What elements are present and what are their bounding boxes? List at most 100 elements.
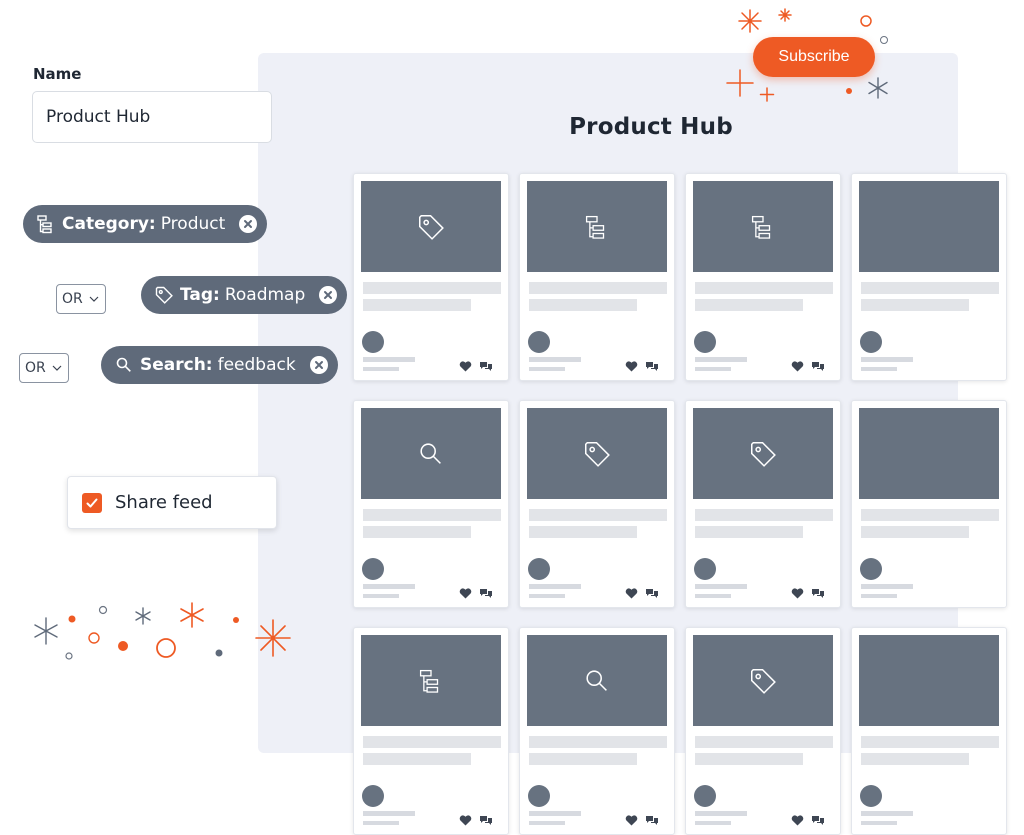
card-subtitle-placeholder — [695, 299, 803, 311]
card-author-placeholder — [695, 811, 747, 816]
card-subtitle-placeholder — [695, 526, 803, 538]
avatar — [860, 785, 882, 807]
search-icon — [417, 440, 445, 468]
card-author-placeholder — [529, 357, 581, 362]
card-subtitle-placeholder — [363, 526, 471, 538]
feed-card[interactable] — [519, 173, 675, 381]
card-thumbnail — [527, 635, 667, 726]
card-thumbnail — [361, 181, 501, 272]
card-thumbnail — [527, 408, 667, 499]
heart-icon[interactable] — [625, 357, 638, 376]
filter-chip-tag[interactable]: Tag: Roadmap — [141, 276, 347, 314]
tag-icon — [582, 439, 612, 469]
feed-card[interactable] — [685, 173, 841, 381]
comment-icon[interactable] — [645, 811, 659, 830]
remove-filter-icon[interactable] — [319, 286, 337, 304]
avatar — [694, 558, 716, 580]
comment-icon[interactable] — [811, 357, 825, 376]
filter-value: Roadmap — [225, 285, 305, 305]
comment-icon[interactable] — [479, 811, 493, 830]
card-date-placeholder — [861, 821, 897, 825]
name-label: Name — [33, 65, 81, 83]
feed-card[interactable] — [353, 627, 509, 835]
comment-icon[interactable] — [811, 811, 825, 830]
heart-icon[interactable] — [459, 357, 472, 376]
card-title-placeholder — [363, 282, 501, 294]
avatar — [528, 331, 550, 353]
remove-filter-icon[interactable] — [239, 215, 257, 233]
heart-icon[interactable] — [459, 811, 472, 830]
filter-chip-category[interactable]: Category: Product — [23, 205, 267, 243]
feed-card[interactable] — [851, 173, 1007, 381]
feed-card[interactable] — [685, 627, 841, 835]
card-date-placeholder — [695, 594, 731, 598]
heart-icon[interactable] — [791, 357, 804, 376]
heart-icon[interactable] — [791, 811, 804, 830]
avatar — [860, 558, 882, 580]
card-thumbnail — [693, 408, 833, 499]
feed-card[interactable] — [353, 400, 509, 608]
feed-card[interactable] — [851, 627, 1007, 835]
card-thumbnail — [361, 635, 501, 726]
heart-icon[interactable] — [791, 584, 804, 603]
avatar — [694, 785, 716, 807]
filter-key: Tag: — [180, 285, 220, 305]
card-thumbnail — [859, 408, 999, 499]
feed-card[interactable] — [519, 627, 675, 835]
operator-value: OR — [25, 360, 46, 376]
operator-select-2[interactable]: OR — [19, 353, 69, 383]
heart-icon[interactable] — [625, 811, 638, 830]
feed-card[interactable] — [851, 400, 1007, 608]
card-author-placeholder — [363, 357, 415, 362]
card-author-placeholder — [861, 811, 913, 816]
name-input[interactable]: Product Hub — [32, 91, 272, 143]
card-date-placeholder — [529, 594, 565, 598]
card-date-placeholder — [695, 821, 731, 825]
comment-icon[interactable] — [645, 357, 659, 376]
chevron-down-icon — [89, 296, 99, 302]
feed-card[interactable] — [685, 400, 841, 608]
filter-chip-search[interactable]: Search: feedback — [101, 346, 338, 384]
comment-icon[interactable] — [479, 584, 493, 603]
search-icon — [583, 667, 611, 695]
feed-card[interactable] — [519, 400, 675, 608]
share-feed-checkbox[interactable] — [82, 493, 102, 513]
card-title-placeholder — [695, 282, 833, 294]
avatar — [362, 785, 384, 807]
filter-key: Category: — [62, 214, 156, 234]
card-title-placeholder — [363, 736, 501, 748]
card-author-placeholder — [363, 811, 415, 816]
subscribe-button[interactable]: Subscribe — [753, 37, 875, 77]
card-author-placeholder — [529, 584, 581, 589]
comment-icon[interactable] — [645, 584, 659, 603]
card-title-placeholder — [695, 736, 833, 748]
card-thumbnail — [693, 181, 833, 272]
avatar — [528, 785, 550, 807]
card-date-placeholder — [363, 594, 399, 598]
hierarchy-icon — [418, 668, 444, 694]
avatar — [694, 331, 716, 353]
card-subtitle-placeholder — [529, 753, 637, 765]
avatar — [362, 558, 384, 580]
operator-select-1[interactable]: OR — [56, 284, 106, 314]
tag-icon — [748, 666, 778, 696]
card-title-placeholder — [363, 509, 501, 521]
filter-value: feedback — [218, 355, 296, 375]
avatar — [860, 331, 882, 353]
card-title-placeholder — [861, 282, 999, 294]
comment-icon[interactable] — [479, 357, 493, 376]
card-thumbnail — [527, 181, 667, 272]
comment-icon[interactable] — [811, 584, 825, 603]
heart-icon[interactable] — [625, 584, 638, 603]
card-author-placeholder — [861, 584, 913, 589]
feed-card[interactable] — [353, 173, 509, 381]
card-date-placeholder — [529, 821, 565, 825]
filter-value: Product — [161, 214, 226, 234]
card-author-placeholder — [363, 584, 415, 589]
heart-icon[interactable] — [459, 584, 472, 603]
remove-filter-icon[interactable] — [310, 356, 328, 374]
card-subtitle-placeholder — [861, 753, 969, 765]
card-date-placeholder — [695, 367, 731, 371]
share-feed-option[interactable]: Share feed — [67, 476, 277, 529]
tag-icon — [154, 285, 174, 305]
